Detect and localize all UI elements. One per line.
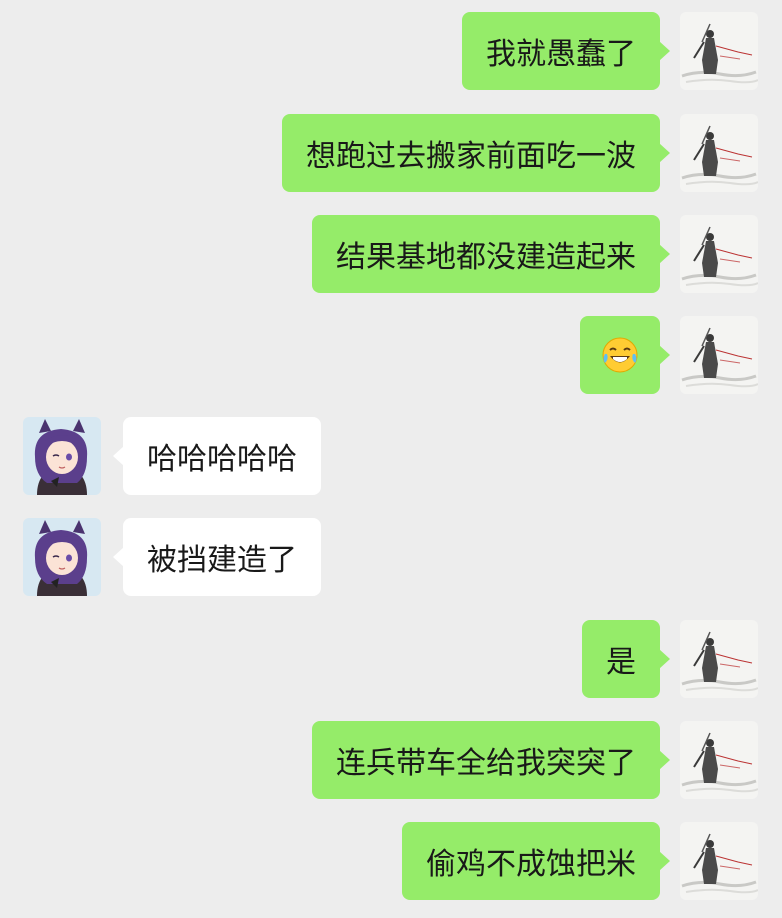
- ink-swordsman-avatar-icon: [680, 721, 758, 799]
- message-text: 我就愚蠢了: [486, 37, 636, 72]
- anime-girl-avatar-icon: [23, 417, 101, 495]
- my-avatar[interactable]: [680, 721, 758, 799]
- message-row: [0, 316, 782, 396]
- contact-avatar[interactable]: [23, 518, 101, 596]
- message-bubble[interactable]: 被挡建造了: [113, 518, 321, 596]
- ink-swordsman-avatar-icon: [680, 316, 758, 394]
- message-bubble[interactable]: 是: [582, 620, 670, 698]
- ink-swordsman-avatar-icon: [680, 215, 758, 293]
- message-text: 连兵带车全给我突突了: [336, 746, 636, 781]
- my-avatar[interactable]: [680, 316, 758, 394]
- message-row: 我就愚蠢了: [0, 12, 782, 92]
- message-bubble[interactable]: 想跑过去搬家前面吃一波: [282, 114, 670, 192]
- message-bubble[interactable]: 哈哈哈哈哈: [113, 417, 321, 495]
- my-avatar[interactable]: [680, 620, 758, 698]
- message-row: 结果基地都没建造起来: [0, 215, 782, 295]
- my-avatar[interactable]: [680, 12, 758, 90]
- message-row: 想跑过去搬家前面吃一波: [0, 114, 782, 194]
- message-row: 是: [0, 620, 782, 700]
- message-text: 想跑过去搬家前面吃一波: [306, 139, 636, 174]
- ink-swordsman-avatar-icon: [680, 822, 758, 900]
- message-text: 是: [606, 645, 636, 680]
- anime-girl-avatar-icon: [23, 518, 101, 596]
- message-bubble[interactable]: 连兵带车全给我突突了: [312, 721, 670, 799]
- my-avatar[interactable]: [680, 114, 758, 192]
- contact-avatar[interactable]: [23, 417, 101, 495]
- ink-swordsman-avatar-icon: [680, 12, 758, 90]
- emoji-message-bubble[interactable]: [580, 316, 670, 394]
- message-bubble[interactable]: 我就愚蠢了: [462, 12, 670, 90]
- message-text: 哈哈哈哈哈: [147, 442, 297, 477]
- message-bubble[interactable]: 偷鸡不成蚀把米: [402, 822, 670, 900]
- my-avatar[interactable]: [680, 822, 758, 900]
- message-bubble[interactable]: 结果基地都没建造起来: [312, 215, 670, 293]
- ink-swordsman-avatar-icon: [680, 114, 758, 192]
- chat-area: 我就愚蠢了 想跑过去搬家前面吃一波 结果基地都没建造起来 哈哈哈哈哈 被挡建造了…: [0, 0, 782, 918]
- message-text: 结果基地都没建造起来: [336, 240, 636, 275]
- message-text: 被挡建造了: [147, 543, 297, 578]
- my-avatar[interactable]: [680, 215, 758, 293]
- message-text: 偷鸡不成蚀把米: [426, 847, 636, 882]
- message-row: 哈哈哈哈哈: [0, 417, 782, 497]
- message-row: 连兵带车全给我突突了: [0, 721, 782, 801]
- tears-of-joy-emoji-icon: [602, 337, 638, 373]
- message-row: 被挡建造了: [0, 518, 782, 598]
- message-row: 偷鸡不成蚀把米: [0, 822, 782, 902]
- ink-swordsman-avatar-icon: [680, 620, 758, 698]
